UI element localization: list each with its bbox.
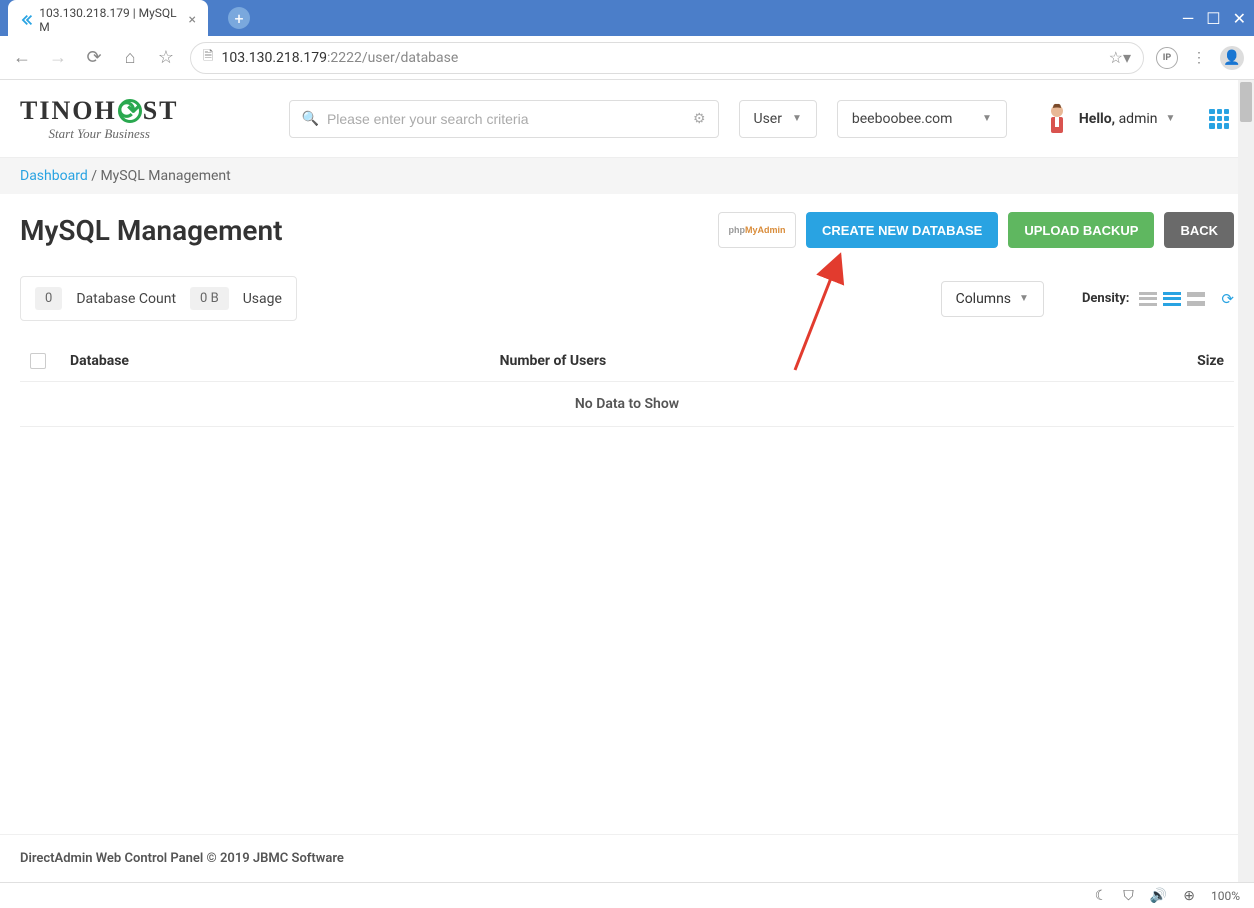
search-input[interactable] <box>327 111 685 127</box>
columns-dropdown[interactable]: Columns ▼ <box>941 281 1044 317</box>
logo-o-icon: ⟳ <box>118 99 142 123</box>
col-size[interactable]: Size <box>1144 353 1224 369</box>
greeting-text: Hello, admin <box>1079 111 1158 127</box>
density-medium-icon[interactable] <box>1163 292 1181 306</box>
shield-icon[interactable]: ⛉ <box>1123 888 1134 904</box>
tab-title: 103.130.218.179 | MySQL M <box>39 6 182 34</box>
logo-text-post: ST <box>143 96 179 126</box>
browser-tab[interactable]: 103.130.218.179 | MySQL M × <box>8 0 208 40</box>
breadcrumb-current: MySQL Management <box>100 168 230 184</box>
table-area: Database Number of Users Size No Data to… <box>0 341 1254 427</box>
title-row: MySQL Management phpMyAdmin CREATE NEW D… <box>0 194 1254 266</box>
footer-text: DirectAdmin Web Control Panel © 2019 JBM… <box>20 851 344 866</box>
chevron-down-icon: ▼ <box>1166 113 1176 124</box>
new-tab-button[interactable]: + <box>228 7 250 29</box>
table-header: Database Number of Users Size <box>20 341 1234 382</box>
chevron-down-icon: ▼ <box>982 113 992 124</box>
avatar-icon <box>1043 101 1071 137</box>
address-bar[interactable]: 🗎 103.130.218.179:2222/user/database ☆▾ <box>190 42 1144 74</box>
create-database-button[interactable]: CREATE NEW DATABASE <box>806 212 998 248</box>
gear-icon[interactable]: ⚙ <box>693 111 706 127</box>
select-all-checkbox[interactable] <box>30 353 46 369</box>
volume-icon[interactable]: 🔊 <box>1150 888 1167 904</box>
logo[interactable]: TINOH ⟳ ST Start Your Business <box>20 96 179 142</box>
domain-dropdown[interactable]: beeboobee.com ▼ <box>837 100 1007 138</box>
search-box[interactable]: 🔍 ⚙ <box>289 100 719 138</box>
phpmyadmin-button[interactable]: phpMyAdmin <box>718 212 796 248</box>
app-header: TINOH ⟳ ST Start Your Business 🔍 ⚙ User … <box>0 80 1254 158</box>
back-icon[interactable]: ← <box>10 47 34 68</box>
refresh-icon[interactable]: ⟳ <box>1221 290 1234 308</box>
user-greeting[interactable]: Hello, admin ▼ <box>1043 101 1176 137</box>
search-icon: 🔍 <box>302 111 319 127</box>
page-title: MySQL Management <box>20 214 708 247</box>
stats-box: 0 Database Count 0 B Usage <box>20 276 297 321</box>
scrollbar[interactable] <box>1238 80 1254 882</box>
user-role-label: User <box>754 111 782 127</box>
density-label: Density: <box>1082 291 1129 306</box>
favorite-icon[interactable]: ☆▾ <box>1109 48 1131 67</box>
profile-avatar-icon[interactable]: 👤 <box>1220 46 1244 70</box>
zoom-level[interactable]: 100% <box>1211 889 1240 903</box>
minimize-icon[interactable]: — <box>1182 9 1195 28</box>
stats-row: 0 Database Count 0 B Usage Columns ▼ Den… <box>0 266 1254 341</box>
chevron-down-icon: ▼ <box>792 113 802 124</box>
scrollbar-thumb[interactable] <box>1240 82 1252 122</box>
density-group: Density: ⟳ <box>1082 290 1234 308</box>
breadcrumb-dashboard-link[interactable]: Dashboard <box>20 168 88 184</box>
bookmark-star-icon[interactable]: ☆ <box>154 47 178 68</box>
tab-favicon <box>20 13 33 27</box>
kebab-menu-icon[interactable]: ⋮ <box>1192 50 1206 66</box>
col-database[interactable]: Database <box>70 353 500 369</box>
db-count-label: Database Count <box>76 291 176 307</box>
logo-tagline: Start Your Business <box>20 126 179 142</box>
browser-status-bar: ☾ ⛉ 🔊 ⊕ 100% <box>0 882 1254 908</box>
domain-label: beeboobee.com <box>852 111 972 127</box>
col-users[interactable]: Number of Users <box>500 353 1144 369</box>
back-button[interactable]: BACK <box>1164 212 1234 248</box>
page-info-icon[interactable]: 🗎 <box>203 47 213 69</box>
tab-close-icon[interactable]: × <box>189 12 196 28</box>
density-wide-icon[interactable] <box>1187 292 1205 306</box>
close-window-icon[interactable]: ✕ <box>1233 9 1246 28</box>
no-data-message: No Data to Show <box>20 382 1234 427</box>
browser-titlebar: 103.130.218.179 | MySQL M × + — ☐ ✕ <box>0 0 1254 36</box>
chevron-down-icon: ▼ <box>1019 293 1029 304</box>
reload-icon[interactable]: ⟳ <box>82 47 106 68</box>
footer: DirectAdmin Web Control Panel © 2019 JBM… <box>0 834 1238 882</box>
home-icon[interactable]: ⌂ <box>118 47 142 68</box>
breadcrumb: Dashboard / MySQL Management <box>0 158 1254 194</box>
ip-badge-icon[interactable]: IP <box>1156 47 1178 69</box>
usage-value: 0 B <box>190 287 229 310</box>
usage-label: Usage <box>243 291 282 307</box>
forward-icon: → <box>46 47 70 68</box>
zoom-icon[interactable]: ⊕ <box>1183 888 1195 904</box>
upload-backup-button[interactable]: UPLOAD BACKUP <box>1008 212 1154 248</box>
maximize-icon[interactable]: ☐ <box>1206 9 1220 28</box>
apps-grid-icon[interactable] <box>1209 109 1229 129</box>
page-content: TINOH ⟳ ST Start Your Business 🔍 ⚙ User … <box>0 80 1254 882</box>
columns-label: Columns <box>956 291 1011 307</box>
breadcrumb-sep: / <box>88 168 101 184</box>
url-text: 103.130.218.179:2222/user/database <box>221 50 1100 66</box>
logo-text-pre: TINOH <box>20 96 117 126</box>
user-role-dropdown[interactable]: User ▼ <box>739 100 817 138</box>
moon-icon[interactable]: ☾ <box>1095 888 1108 904</box>
db-count-value: 0 <box>35 287 62 310</box>
density-compact-icon[interactable] <box>1139 292 1157 306</box>
browser-toolbar: ← → ⟳ ⌂ ☆ 🗎 103.130.218.179:2222/user/da… <box>0 36 1254 80</box>
